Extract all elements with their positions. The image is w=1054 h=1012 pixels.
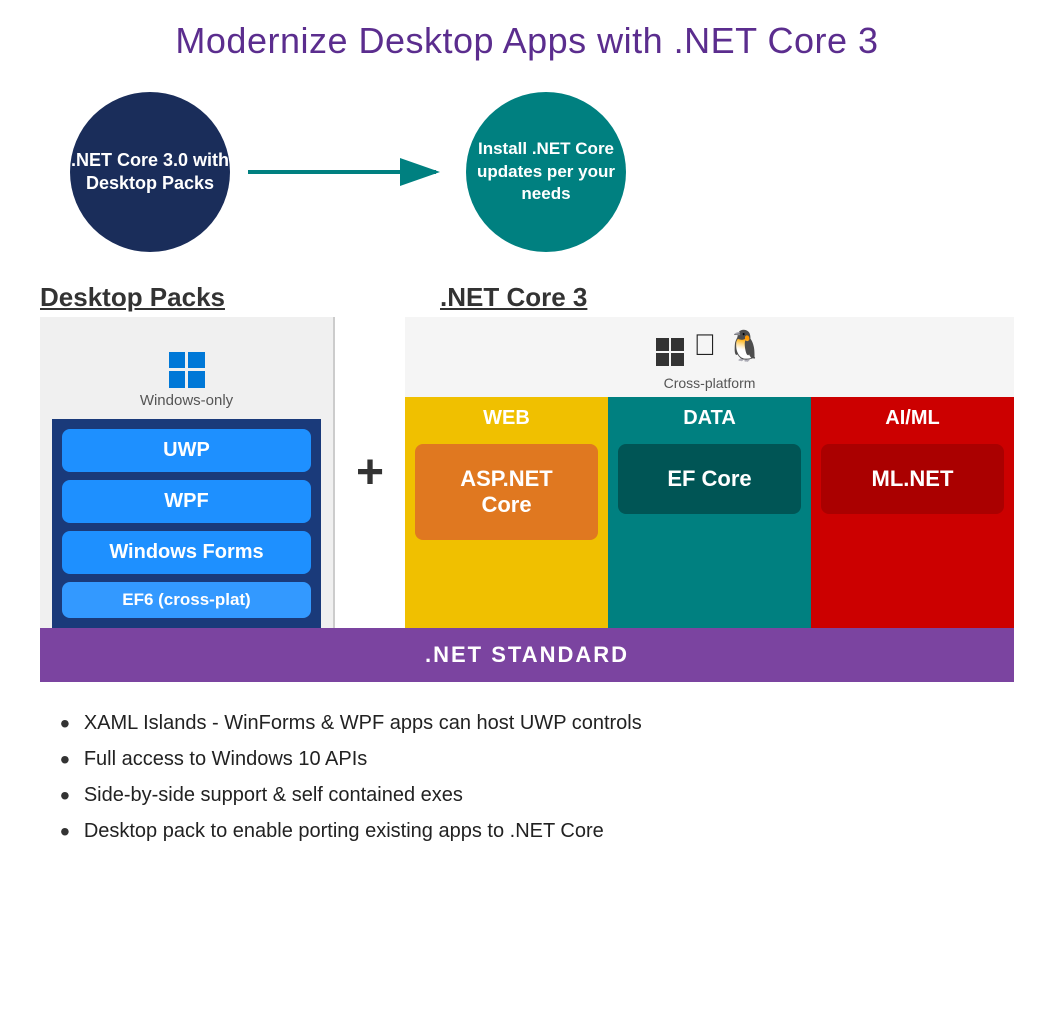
arrow-right: [248, 157, 448, 187]
bullet-dot-4: •: [60, 818, 70, 846]
bullet-4: • Desktop pack to enable porting existin…: [60, 820, 1014, 846]
net-standard-bar: .NET STANDARD: [40, 628, 1014, 682]
circle-net-core: .NET Core 3.0 with Desktop Packs: [70, 92, 230, 252]
winforms-button: Windows Forms: [62, 531, 311, 574]
aspnet-box: ASP.NET Core: [415, 444, 598, 540]
uwp-button: UWP: [62, 429, 311, 472]
ai-column: AI/ML ML.NET: [811, 397, 1014, 628]
mlnet-box: ML.NET: [821, 444, 1004, 514]
desktop-packs-label: Desktop Packs: [40, 282, 350, 313]
apple-icon: : [694, 329, 717, 371]
ef6-button: EF6 (cross-plat): [62, 582, 311, 618]
linux-icon: 🐧: [726, 329, 763, 371]
main-labels: Desktop Packs .NET Core 3: [40, 282, 1014, 313]
data-column: DATA EF Core: [608, 397, 811, 628]
netcore-top:  🐧 Cross-platform: [405, 317, 1014, 397]
data-header: DATA: [683, 397, 736, 438]
efcore-box: EF Core: [618, 444, 801, 514]
netcore-label: .NET Core 3: [420, 282, 1014, 313]
bullet-dot-2: •: [60, 746, 70, 774]
bullet-3: • Side-by-side support & self contained …: [60, 784, 1014, 810]
netcore-panel:  🐧 Cross-platform WEB ASP.NET Core DATA…: [405, 317, 1014, 628]
windows-platform-icon: [656, 329, 684, 371]
cross-platform-text: Cross-platform: [664, 375, 756, 391]
web-column: WEB ASP.NET Core: [405, 397, 608, 628]
bullet-text-1: XAML Islands - WinForms & WPF apps can h…: [84, 712, 642, 735]
main-diagram: Windows-only UWP WPF Windows Forms EF6 (…: [40, 317, 1014, 628]
bullet-dot-1: •: [60, 710, 70, 738]
circle-install: Install .NET Core updates per your needs: [466, 92, 626, 252]
desktop-buttons: UWP WPF Windows Forms EF6 (cross-plat): [52, 419, 321, 628]
bullet-2: • Full access to Windows 10 APIs: [60, 748, 1014, 774]
ai-header: AI/ML: [885, 397, 939, 438]
bullet-text-3: Side-by-side support & self contained ex…: [84, 784, 463, 807]
bullet-text-4: Desktop pack to enable porting existing …: [84, 820, 604, 843]
wpf-button: WPF: [62, 480, 311, 523]
diagram-row: .NET Core 3.0 with Desktop Packs Install…: [40, 92, 1014, 252]
platform-icons:  🐧: [656, 329, 764, 371]
netcore-columns: WEB ASP.NET Core DATA EF Core AI/ML ML.N…: [405, 397, 1014, 628]
plus-sign: +: [335, 317, 405, 628]
windows-icon: [169, 333, 205, 388]
bullet-text-2: Full access to Windows 10 APIs: [84, 748, 367, 771]
web-header: WEB: [483, 397, 530, 438]
bullet-dot-3: •: [60, 782, 70, 810]
desktop-panel: Windows-only UWP WPF Windows Forms EF6 (…: [40, 317, 335, 628]
bullet-1: • XAML Islands - WinForms & WPF apps can…: [60, 712, 1014, 738]
page-title: Modernize Desktop Apps with .NET Core 3: [40, 20, 1014, 62]
bullets-section: • XAML Islands - WinForms & WPF apps can…: [40, 712, 1014, 846]
windows-only-text: Windows-only: [140, 392, 233, 409]
